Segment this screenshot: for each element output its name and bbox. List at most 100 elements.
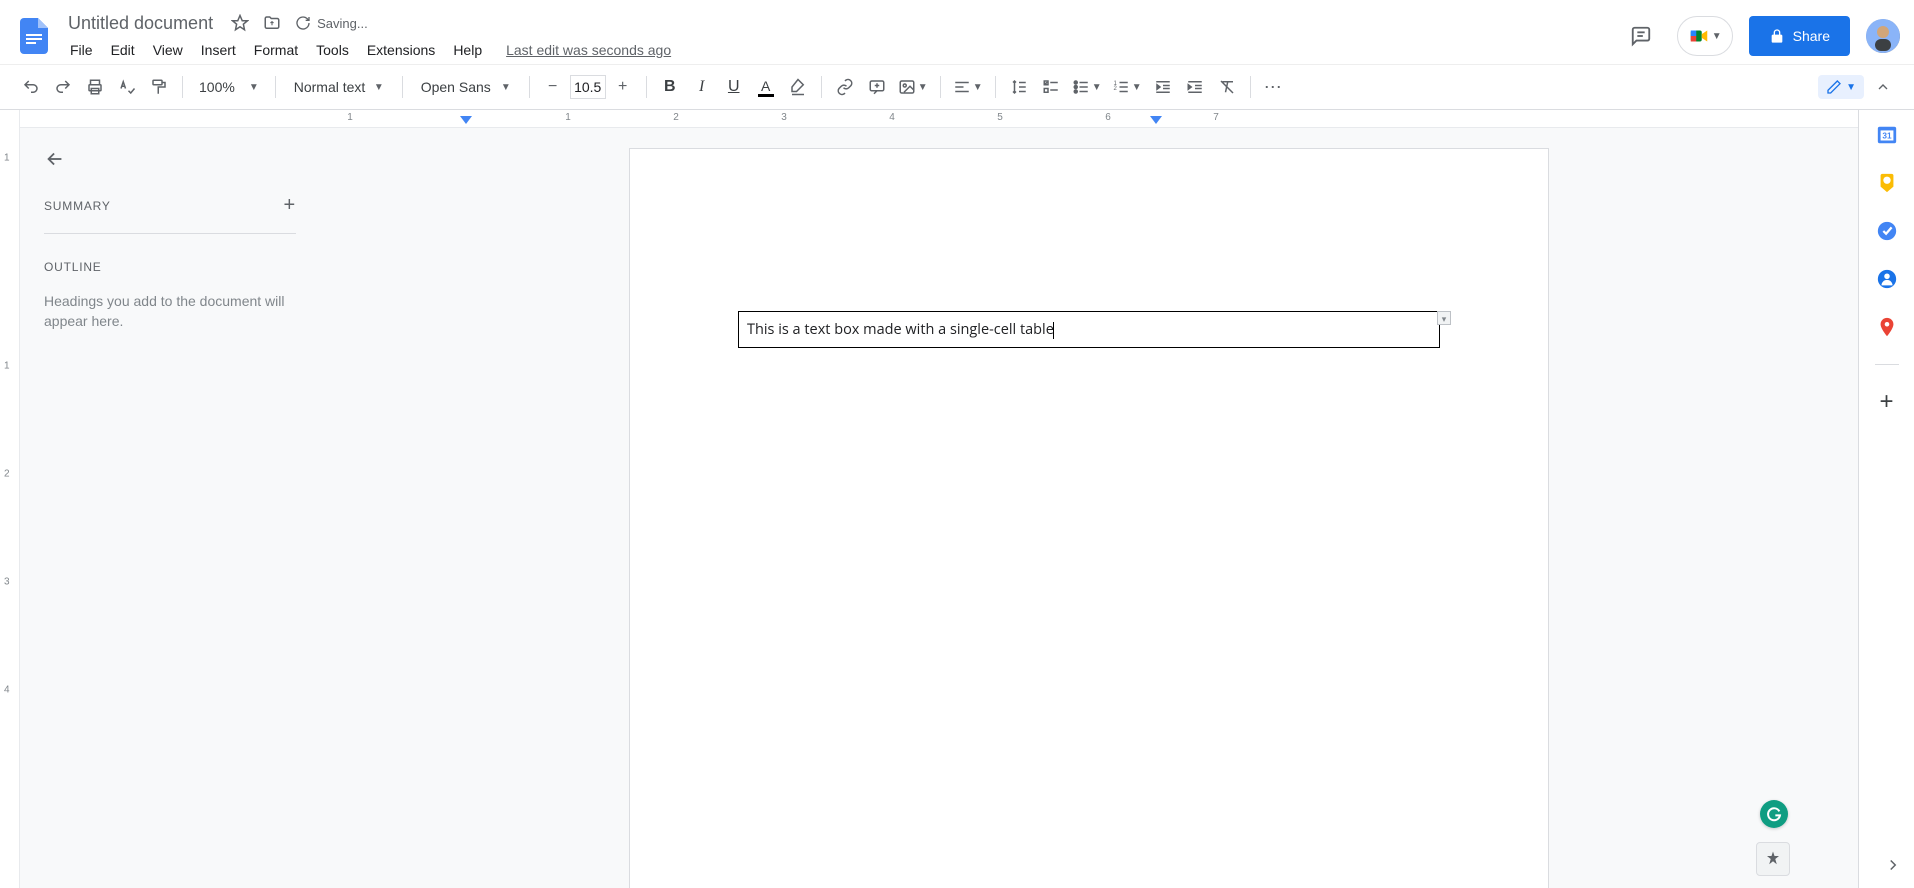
hruler-tick: 3 xyxy=(781,112,787,123)
grammarly-icon[interactable] xyxy=(1760,800,1788,828)
menu-file[interactable]: File xyxy=(62,38,101,62)
tasks-app-icon[interactable] xyxy=(1876,220,1898,242)
title-icons: Saving... xyxy=(231,14,368,32)
docs-logo-icon[interactable] xyxy=(14,16,54,56)
title-row: Untitled document Saving... xyxy=(62,11,1621,36)
pencil-icon xyxy=(1826,79,1842,95)
chevron-down-icon: ▼ xyxy=(249,82,259,93)
print-icon[interactable] xyxy=(80,72,110,102)
line-spacing-icon[interactable] xyxy=(1004,72,1034,102)
text-color-icon[interactable]: A xyxy=(751,72,781,102)
toolbar-right: ▼ xyxy=(1818,72,1898,102)
meet-icon xyxy=(1688,25,1710,47)
main-area: 1 1 2 3 4 5 6 7 SUMMARY + OUTLINE Headin… xyxy=(20,110,1858,888)
increase-indent-icon[interactable] xyxy=(1180,72,1210,102)
share-label: Share xyxy=(1793,28,1830,44)
side-panel-collapse-icon[interactable] xyxy=(1884,856,1902,874)
more-icon[interactable]: ⋯ xyxy=(1259,72,1289,102)
underline-icon[interactable]: U xyxy=(719,72,749,102)
spellcheck-icon[interactable] xyxy=(112,72,142,102)
hruler-tick: 6 xyxy=(1105,112,1111,123)
checklist-icon[interactable] xyxy=(1036,72,1066,102)
decrease-font-icon[interactable]: − xyxy=(538,72,568,102)
share-button[interactable]: Share xyxy=(1749,16,1850,56)
hruler-tick: 7 xyxy=(1213,112,1219,123)
outline-close-icon[interactable] xyxy=(44,148,296,170)
highlight-icon[interactable] xyxy=(783,72,813,102)
vruler-tick: 1 xyxy=(4,361,10,372)
clear-format-icon[interactable] xyxy=(1212,72,1242,102)
paint-format-icon[interactable] xyxy=(144,72,174,102)
single-cell-table[interactable]: ▾ This is a text box made with a single-… xyxy=(738,311,1440,348)
title-area: Untitled document Saving... File Edit Vi… xyxy=(62,11,1621,62)
hruler-tick: 1 xyxy=(565,112,571,123)
menu-tools[interactable]: Tools xyxy=(308,38,357,62)
font-size-control: − 10.5 + xyxy=(538,72,638,102)
saving-text: Saving... xyxy=(317,16,368,31)
move-icon[interactable] xyxy=(263,14,281,32)
sync-icon xyxy=(295,15,311,31)
contacts-app-icon[interactable] xyxy=(1876,268,1898,290)
zoom-value: 100% xyxy=(199,79,235,95)
align-icon[interactable]: ▼ xyxy=(949,72,987,102)
image-icon[interactable]: ▼ xyxy=(894,72,932,102)
vertical-ruler: 1 1 2 3 4 xyxy=(0,110,20,888)
menu-help[interactable]: Help xyxy=(445,38,490,62)
vruler-tick: 1 xyxy=(4,153,10,164)
paragraph-style-select[interactable]: Normal text▼ xyxy=(284,79,394,95)
text-cursor xyxy=(1053,322,1054,339)
keep-app-icon[interactable] xyxy=(1876,172,1898,194)
menu-insert[interactable]: Insert xyxy=(193,38,244,62)
last-edit-link[interactable]: Last edit was seconds ago xyxy=(506,42,671,58)
bullet-list-icon[interactable]: ▼ xyxy=(1068,72,1106,102)
outline-empty-text: Headings you add to the document will ap… xyxy=(44,292,296,331)
header-right: ▼ Share xyxy=(1621,16,1900,56)
comment-history-icon[interactable] xyxy=(1621,16,1661,56)
menu-format[interactable]: Format xyxy=(246,38,306,62)
document-page[interactable]: ▾ This is a text box made with a single-… xyxy=(629,148,1549,888)
horizontal-ruler[interactable]: 1 1 2 3 4 5 6 7 xyxy=(20,110,1858,128)
chevron-down-icon: ▼ xyxy=(918,82,928,93)
hruler-tick: 2 xyxy=(673,112,679,123)
page-scroll[interactable]: ▾ This is a text box made with a single-… xyxy=(320,128,1858,888)
chevron-down-icon: ▼ xyxy=(1132,82,1142,93)
font-select[interactable]: Open Sans▼ xyxy=(411,79,521,95)
summary-label: SUMMARY xyxy=(44,199,111,213)
workspace: 1 1 2 3 4 1 1 2 3 4 5 6 7 SUMMA xyxy=(0,110,1914,888)
redo-icon[interactable] xyxy=(48,72,78,102)
table-options-icon[interactable]: ▾ xyxy=(1437,311,1451,325)
explore-button[interactable] xyxy=(1756,842,1790,876)
add-app-icon[interactable]: + xyxy=(1876,391,1898,413)
numbered-list-icon[interactable]: 12▼ xyxy=(1108,72,1146,102)
indent-left-marker-icon[interactable] xyxy=(460,116,472,126)
add-summary-icon[interactable]: + xyxy=(284,194,296,217)
decrease-indent-icon[interactable] xyxy=(1148,72,1178,102)
document-title[interactable]: Untitled document xyxy=(62,11,219,36)
undo-icon[interactable] xyxy=(16,72,46,102)
star-icon[interactable] xyxy=(231,14,249,32)
collapse-toolbar-icon[interactable] xyxy=(1868,72,1898,102)
comment-icon[interactable] xyxy=(862,72,892,102)
chevron-down-icon: ▼ xyxy=(374,82,384,93)
hruler-tick: 1 xyxy=(347,112,353,123)
svg-text:31: 31 xyxy=(1882,132,1892,141)
lock-icon xyxy=(1769,28,1785,44)
indent-right-marker-icon[interactable] xyxy=(1150,116,1162,126)
bold-icon[interactable]: B xyxy=(655,72,685,102)
italic-icon[interactable]: I xyxy=(687,72,717,102)
calendar-app-icon[interactable]: 31 xyxy=(1876,124,1898,146)
editing-mode-button[interactable]: ▼ xyxy=(1818,75,1864,99)
outline-label: OUTLINE xyxy=(44,260,296,274)
link-icon[interactable] xyxy=(830,72,860,102)
maps-app-icon[interactable] xyxy=(1876,316,1898,338)
font-size-input[interactable]: 10.5 xyxy=(570,75,606,99)
menu-view[interactable]: View xyxy=(145,38,191,62)
account-avatar[interactable] xyxy=(1866,19,1900,53)
meet-button[interactable]: ▼ xyxy=(1677,16,1733,56)
hruler-tick: 4 xyxy=(889,112,895,123)
menu-extensions[interactable]: Extensions xyxy=(359,38,443,62)
table-cell-text[interactable]: This is a text box made with a single-ce… xyxy=(747,320,1054,339)
menu-edit[interactable]: Edit xyxy=(103,38,143,62)
increase-font-icon[interactable]: + xyxy=(608,72,638,102)
zoom-select[interactable]: 100% ▼ xyxy=(191,79,267,95)
